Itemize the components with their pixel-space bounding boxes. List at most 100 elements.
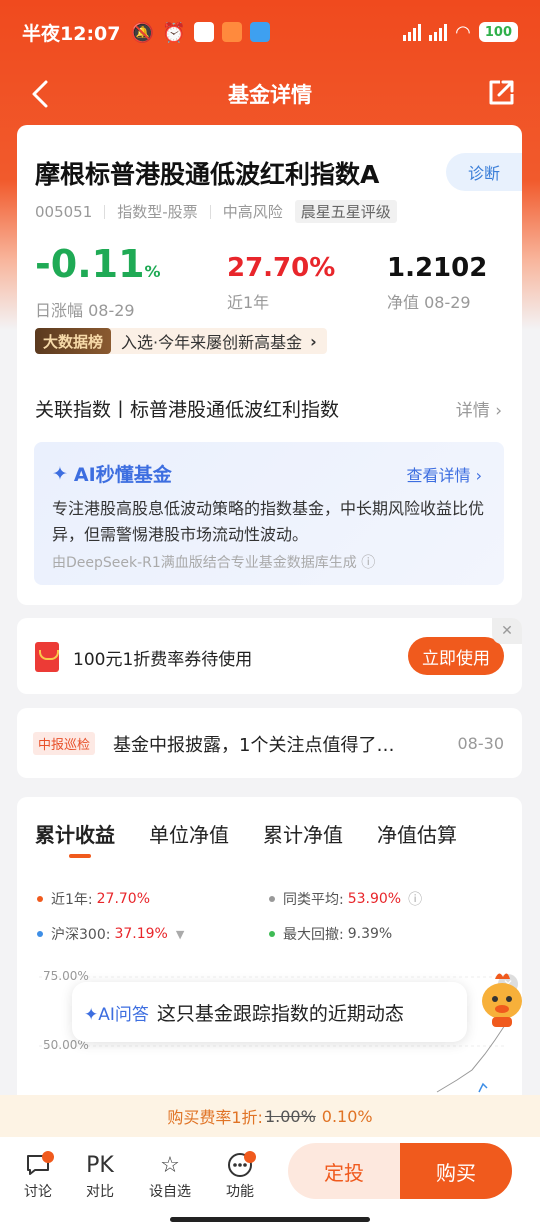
- ai-ask-label: ✦AI问答: [84, 1004, 149, 1025]
- legend-dot: [269, 931, 275, 937]
- ai-ask-text: 这只基金跟踪指数的近期动态: [156, 1002, 404, 1025]
- daily-change-label: 日涨幅 08-29: [35, 301, 135, 320]
- bigdata-tag: 大数据榜: [35, 328, 112, 354]
- pk-icon: PK: [86, 1152, 114, 1178]
- legend-dot: [37, 931, 43, 937]
- app-notify-icon-2: [249, 22, 270, 42]
- ai-summary-more-link[interactable]: 查看详情 ›: [407, 462, 483, 486]
- legend-drawdown: 最大回撤: 9.39%: [269, 924, 392, 944]
- use-coupon-button[interactable]: 立即使用: [408, 637, 504, 675]
- y-tick-label: 75.00%: [43, 969, 89, 983]
- fund-code: 005051: [35, 202, 93, 221]
- caret-down-icon: ▼: [175, 927, 185, 941]
- notification-dot: [42, 1151, 54, 1163]
- legend-year-value: 27.70%: [96, 891, 151, 907]
- coupon-text: 100元1折费率券待使用: [73, 650, 253, 670]
- coupon-card: 100元1折费率券待使用 立即使用 ✕: [17, 618, 522, 694]
- page-title: 基金详情: [228, 83, 312, 107]
- year-return-value: 27.70%: [227, 253, 336, 283]
- home-indicator: [170, 1217, 370, 1222]
- ai-summary-title-wrap: ✦ AI秒懂基金: [52, 460, 172, 487]
- legend-hs300-label: 沪深300:: [51, 927, 111, 943]
- info-icon[interactable]: ⓘ: [408, 889, 422, 909]
- year-return-stat: 27.70% 近1年: [227, 253, 335, 313]
- fund-risk: 中高风险: [222, 203, 283, 221]
- sparkle-icon: ✦: [52, 462, 68, 485]
- ai-summary-box: ✦ AI秒懂基金 查看详情 › 专注港股高股息低波动策略的指数基金，中长期风险收…: [34, 442, 504, 585]
- daily-change-stat: -0.11% 日涨幅 08-29: [35, 245, 161, 321]
- legend-peer-value: 53.90%: [347, 891, 402, 907]
- bigdata-rank-banner[interactable]: 大数据榜 入选·今年来屡创新高基金 ›: [35, 328, 327, 354]
- status-time: 半夜12:07: [22, 22, 121, 45]
- fee-old: 1.00%: [264, 1106, 316, 1126]
- nav-value: 1.2102: [387, 253, 488, 283]
- related-index: 关联指数丨标普港股通低波红利指数: [35, 399, 340, 421]
- fee-prefix: 购买费率1折:: [167, 1108, 263, 1127]
- news-date: 08-30: [457, 734, 505, 753]
- daily-change-value: -0.11: [35, 242, 145, 286]
- fund-type: 指数型-股票: [117, 203, 198, 221]
- star-icon: ☆: [160, 1152, 180, 1178]
- wifi-icon: ◠: [455, 21, 471, 43]
- legend-year: 近1年: 27.70%: [37, 889, 150, 909]
- news-tag: 中报巡检: [33, 732, 96, 755]
- close-icon[interactable]: ✕: [492, 618, 522, 644]
- buy-button[interactable]: 购买: [400, 1143, 512, 1199]
- tab-cumulative-return[interactable]: 累计收益: [35, 819, 115, 848]
- status-bar: 半夜12:07 🔕 ⏰ ◠ 100: [0, 0, 540, 64]
- divider: [104, 204, 106, 219]
- legend-dot: [37, 896, 43, 902]
- functions-button[interactable]: 功能: [210, 1149, 270, 1201]
- more-icon: [210, 1149, 270, 1181]
- related-index-detail-link[interactable]: 详情 ›: [456, 396, 502, 421]
- fixed-investment-button[interactable]: 定投: [288, 1143, 400, 1199]
- signal-icon: [403, 23, 422, 41]
- nav-bar: 基金详情: [0, 64, 540, 124]
- mascot-icon[interactable]: [477, 969, 527, 1029]
- ai-summary-text: 专注港股高股息低波动策略的指数基金，中长期风险收益比优异，但需警惕港股市场流动性…: [52, 499, 485, 544]
- compare-button[interactable]: PK 对比: [70, 1149, 130, 1201]
- battery-icon: 100: [478, 22, 518, 42]
- chart-tabs: 累计收益 单位净值 累计净值 净值估算: [35, 819, 457, 848]
- news-text: 基金中报披露，1个关注点值得了…: [113, 735, 395, 756]
- ai-summary-title: AI秒懂基金: [73, 464, 172, 486]
- app-notify-icon: [221, 22, 242, 42]
- add-watchlist-label: 设自选: [149, 1184, 191, 1200]
- nav-stat: 1.2102 净值 08-29: [387, 253, 487, 313]
- fee-discount-bar: 购买费率1折: 1.00% 0.10%: [0, 1095, 540, 1137]
- fund-info-card: 摩根标普港股通低波红利指数A 诊断 005051 指数型-股票 中高风险 晨星五…: [17, 125, 522, 605]
- tab-unit-nav[interactable]: 单位净值: [149, 819, 229, 848]
- notification-dot: [244, 1151, 256, 1163]
- alarm-icon: ⏰: [162, 21, 186, 44]
- share-icon[interactable]: [486, 78, 516, 108]
- hs300-series-line: [478, 1082, 488, 1093]
- news-card[interactable]: 中报巡检 基金中报披露，1个关注点值得了… 08-30: [17, 708, 522, 778]
- fund-meta: 005051 指数型-股票 中高风险 晨星五星评级: [35, 200, 397, 223]
- tab-cumulative-nav[interactable]: 累计净值: [263, 819, 343, 848]
- chevron-right-icon: ›: [310, 331, 317, 351]
- diagnose-button[interactable]: 诊断: [446, 153, 522, 191]
- ai-summary-source: 由DeepSeek-R1满血版结合专业基金数据库生成 ⓘ: [52, 555, 376, 571]
- qq-icon: [193, 22, 214, 42]
- add-watchlist-button[interactable]: ☆ 设自选: [140, 1149, 200, 1201]
- daily-change-unit: %: [144, 262, 161, 281]
- discuss-label: 讨论: [24, 1184, 52, 1200]
- legend-hs300[interactable]: 沪深300: 37.19% ▼: [37, 924, 184, 944]
- legend-drawdown-value: 9.39%: [347, 926, 393, 942]
- fund-name: 摩根标普港股通低波红利指数A: [35, 160, 380, 189]
- back-icon[interactable]: [26, 78, 56, 110]
- year-return-label: 近1年: [227, 293, 270, 312]
- compare-label: 对比: [86, 1184, 114, 1200]
- ai-ask-popup[interactable]: ✦AI问答 这只基金跟踪指数的近期动态 ✕: [72, 974, 518, 1042]
- signal-icon-2: [429, 23, 448, 41]
- divider: [209, 204, 211, 219]
- legend-peer: 同类平均: 53.90% ⓘ: [269, 889, 422, 909]
- red-envelope-icon: [35, 642, 59, 672]
- fee-new: 0.10%: [321, 1106, 373, 1126]
- functions-label: 功能: [226, 1184, 254, 1200]
- bigdata-text: 入选·今年来屡创新高基金: [121, 333, 303, 352]
- tab-nav-estimate[interactable]: 净值估算: [377, 819, 457, 848]
- discuss-button[interactable]: 讨论: [8, 1149, 68, 1201]
- legend-drawdown-label: 最大回撤:: [283, 927, 344, 943]
- legend-year-label: 近1年:: [51, 892, 93, 908]
